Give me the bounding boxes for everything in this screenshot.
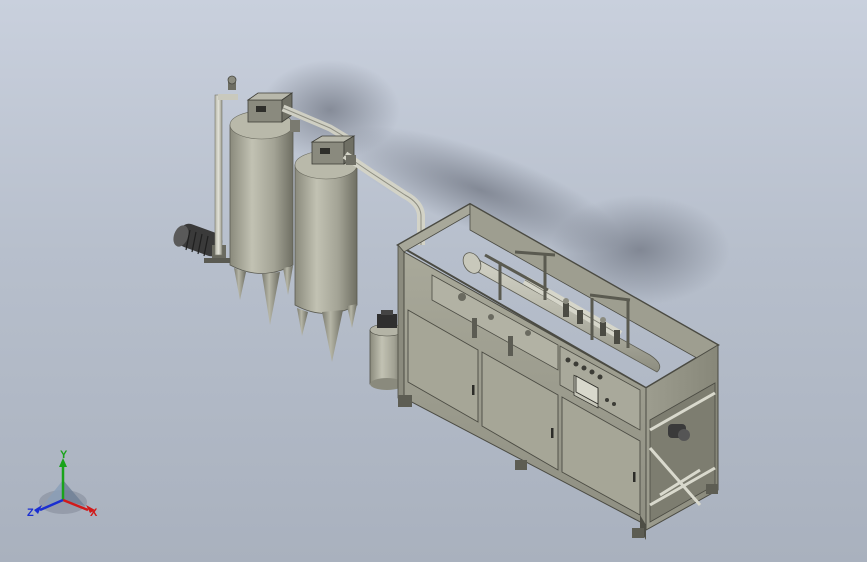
y-axis-label: Y bbox=[60, 449, 68, 461]
filter-tank-2[interactable] bbox=[294, 150, 358, 362]
x-axis-label: X bbox=[90, 507, 98, 519]
z-axis-label: Z bbox=[27, 507, 34, 519]
view-triad[interactable]: Y X Z bbox=[27, 449, 98, 519]
cad-viewport[interactable]: Y X Z bbox=[0, 0, 867, 562]
model-scene[interactable]: Y X Z bbox=[0, 0, 867, 562]
filter-tank-1[interactable] bbox=[229, 110, 294, 325]
